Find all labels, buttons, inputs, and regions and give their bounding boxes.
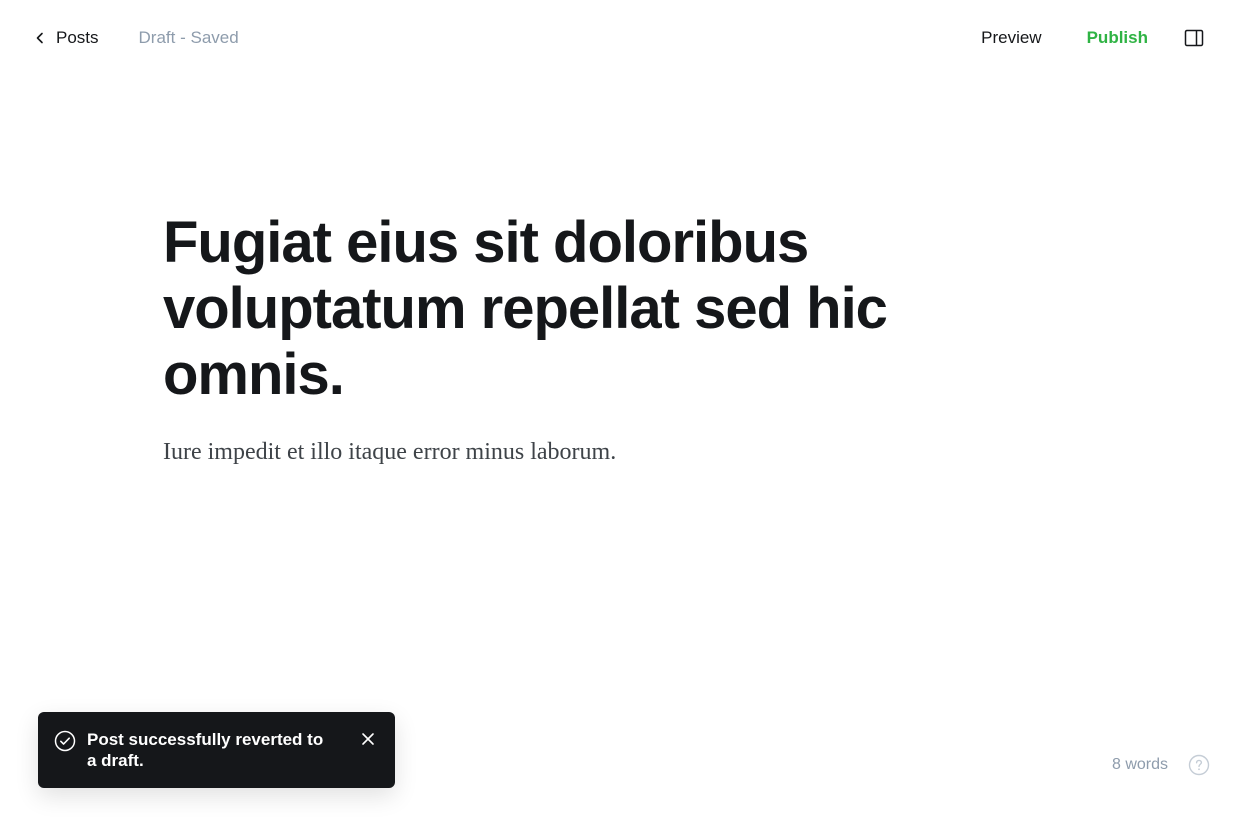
sidebar-toggle-button[interactable] (1184, 28, 1204, 48)
header-actions: Preview Publish (981, 28, 1204, 48)
toast-message: Post successfully reverted to a draft. (87, 730, 324, 770)
preview-button[interactable]: Preview (981, 28, 1041, 48)
check-circle-icon (54, 730, 76, 752)
save-status: Draft - Saved (138, 28, 239, 47)
header-left: Posts Draft - Saved (34, 28, 239, 48)
publish-button[interactable]: Publish (1087, 28, 1148, 48)
post-editor: Fugiat eius sit doloribus voluptatum rep… (163, 210, 983, 468)
help-circle-icon[interactable] (1188, 754, 1210, 776)
back-link-label: Posts (56, 28, 99, 47)
chevron-left-icon (36, 32, 43, 44)
word-count: 8 words (1111, 756, 1168, 773)
editor-footer: 8 words (1112, 754, 1210, 776)
editor-page: Posts Draft - Saved Preview Publish Fugi… (0, 0, 1250, 825)
post-body[interactable]: Iure impedit et illo itaque error minus … (163, 436, 983, 468)
notification-toast: Post successfully reverted to a draft. (38, 712, 395, 788)
back-to-posts-link[interactable]: Posts (34, 28, 99, 48)
close-icon[interactable] (361, 732, 375, 746)
sidebar-toggle-icon (1184, 29, 1204, 47)
post-title[interactable]: Fugiat eius sit doloribus voluptatum rep… (163, 210, 983, 408)
